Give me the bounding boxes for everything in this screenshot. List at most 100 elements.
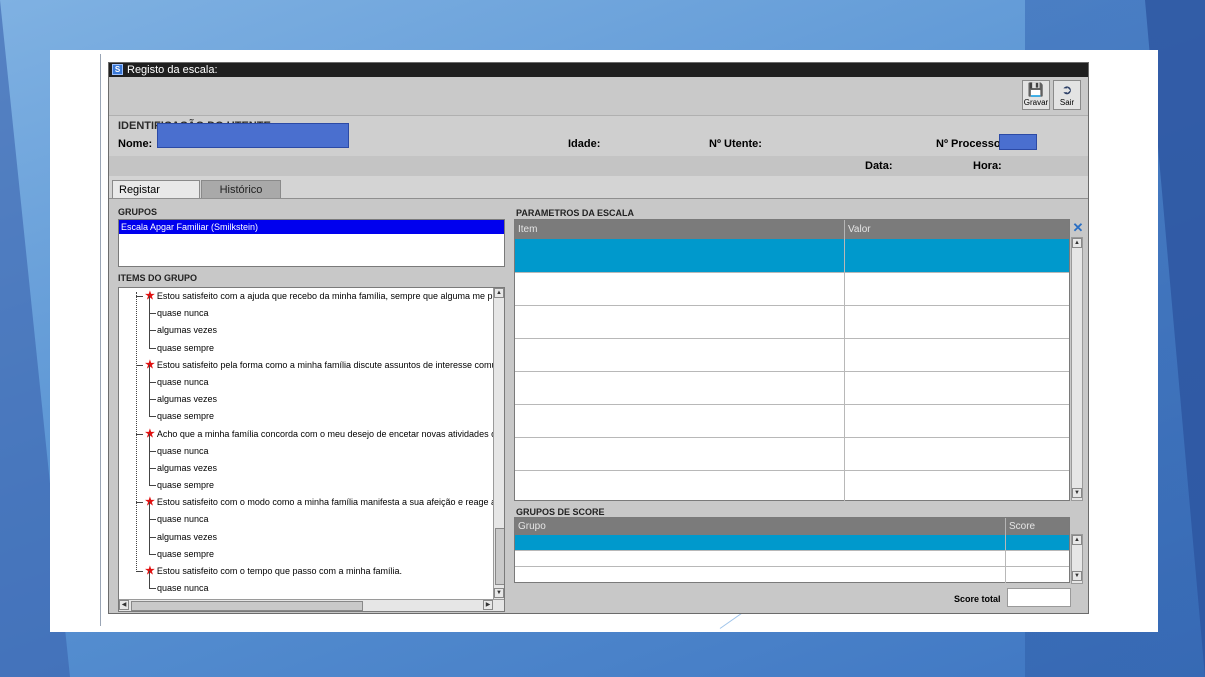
column-separator [1005, 518, 1006, 535]
question-text: Estou satisfeito com a ajuda que recebo … [156, 291, 505, 301]
horizontal-scroll-thumb[interactable] [131, 601, 363, 611]
score-groups-header: GRUPOS DE SCORE [516, 507, 605, 517]
scroll-up-button[interactable]: ▲ [1072, 238, 1082, 248]
close-x-icon[interactable]: ✕ [1072, 221, 1084, 234]
scroll-left-button[interactable]: ◀ [119, 600, 129, 610]
column-item[interactable]: Item [518, 224, 537, 235]
tree-answer-item[interactable]: quase nunca [119, 296, 504, 322]
answer-text: quase nunca [157, 583, 209, 594]
save-button[interactable]: 💾 Gravar [1022, 80, 1050, 110]
tree-line [149, 313, 151, 331]
redacted-name-field [157, 123, 349, 148]
answer-text: algumas vezes [157, 462, 218, 473]
tree-line [149, 330, 151, 348]
tab-bar: Registar Escala Histórico [109, 176, 1088, 214]
name-label: Nome: [118, 138, 153, 150]
tree-line [149, 382, 151, 400]
tree-question-item[interactable]: ★ Estou satisfeito com a ajuda que recebo… [119, 288, 504, 305]
date-label: Data: [865, 160, 893, 172]
tab-historico[interactable]: Histórico [201, 180, 281, 198]
scroll-down-button[interactable]: ▼ [1072, 571, 1082, 581]
tree-horizontal-scrollbar[interactable]: ◀ ▶ [119, 599, 504, 611]
scroll-down-button[interactable]: ▼ [494, 588, 504, 598]
answer-text: quase sempre [157, 548, 215, 559]
tree-answer-item[interactable]: algumas vezes [119, 382, 504, 408]
slide-divider [100, 54, 101, 626]
groups-list[interactable]: Escala Apgar Familiar (Smilkstein) [118, 219, 505, 267]
score-vertical-scrollbar[interactable]: ▲ ▼ [1071, 534, 1083, 584]
title-bar[interactable]: S Registo da escala: [109, 63, 1088, 77]
tree-connector [136, 296, 143, 297]
tree-connector [136, 502, 143, 504]
scale-params-grid[interactable]: Item Valor [514, 219, 1070, 501]
tree-answer-item[interactable]: quase sempre [119, 468, 504, 494]
exit-button[interactable]: ➲ Sair [1053, 80, 1081, 110]
tree-connector [136, 571, 143, 572]
tree-answer-item[interactable]: quase nunca [119, 571, 504, 597]
redacted-process-field [999, 134, 1037, 150]
score-groups-grid[interactable]: Grupo Score [514, 517, 1070, 583]
window-title: Registo da escala: [127, 64, 218, 76]
floppy-disk-icon: 💾 [1027, 82, 1045, 97]
tree-question-item[interactable]: ★ Acho que a minha família concorda com o… [119, 426, 504, 443]
scale-params-grid-header: Item Valor [515, 220, 1069, 239]
tree-vertical-scrollbar[interactable]: ▲ ▼ [493, 288, 504, 599]
answer-text: quase sempre [157, 480, 215, 491]
tree-question-item[interactable]: ★ Estou satisfeito com o tempo que passo … [119, 563, 504, 580]
tree-answer-item[interactable]: quase nunca [119, 502, 504, 528]
tree-connector [149, 347, 156, 349]
grid-row-line [515, 272, 1069, 273]
grid-column-line [1005, 535, 1006, 583]
tree-answer-item[interactable]: quase sempre [119, 399, 504, 425]
tree-connector [149, 553, 156, 555]
tree-connector [149, 416, 156, 418]
tree-question-item[interactable]: ★ Estou satisfeito com o modo como a minh… [119, 494, 504, 511]
scroll-thumb[interactable] [495, 528, 504, 585]
tab-registar-escala[interactable]: Registar Escala [112, 180, 200, 214]
tree-answer-item[interactable]: algumas vezes [119, 450, 504, 477]
params-vertical-scrollbar[interactable]: ▲ ▼ [1071, 237, 1083, 501]
scroll-right-button[interactable]: ▶ [483, 600, 493, 610]
answer-text: quase nunca [157, 308, 209, 319]
group-items-tree[interactable]: ★ Estou satisfeito com a ajuda que recebo… [118, 287, 505, 612]
app-icon: S [112, 64, 123, 75]
patient-identification: IDENTIFICAÇÃO DO UTENTE Nome: Idade: Nº … [109, 116, 1088, 156]
tree-line [149, 296, 151, 314]
tree-line [149, 433, 151, 451]
selected-score-row[interactable] [515, 535, 1069, 550]
grid-row-line [515, 470, 1069, 471]
tree-answer-item[interactable]: quase sempre [119, 536, 504, 563]
selected-row[interactable] [515, 239, 1069, 272]
tree-answer-item[interactable]: algumas vezes [119, 519, 504, 546]
tree-answer-item[interactable]: quase nunca [119, 433, 504, 460]
tree-answer-item[interactable]: quase nunca [119, 364, 504, 391]
column-group[interactable]: Grupo [518, 521, 546, 532]
tree-question-item[interactable]: ★ Estou satisfeito pela forma como a minh… [119, 357, 504, 374]
tree-answer-item[interactable]: quase sempre [119, 330, 504, 357]
tree-answer-item[interactable]: algumas vezes [119, 313, 504, 339]
answer-text: algumas vezes [157, 325, 218, 336]
score-total-field[interactable] [1007, 588, 1071, 607]
grid-row-line [515, 566, 1069, 567]
tree-line [149, 536, 151, 554]
groups-header: GRUPOS [118, 207, 158, 217]
question-text: Estou satisfeito com o tempo que passo c… [156, 566, 402, 576]
grid-row-line [515, 371, 1069, 372]
column-value[interactable]: Valor [848, 224, 871, 235]
scroll-up-button[interactable]: ▲ [1072, 535, 1082, 545]
scroll-up-button[interactable]: ▲ [494, 288, 504, 298]
answer-text: quase sempre [157, 342, 215, 353]
tree-line [149, 399, 151, 417]
score-groups-grid-header: Grupo Score [515, 518, 1069, 535]
question-text: Estou satisfeito pela forma como a minha… [156, 359, 505, 370]
scroll-down-button[interactable]: ▼ [1072, 488, 1082, 498]
tree-line [149, 502, 151, 520]
age-label: Idade: [568, 138, 601, 150]
time-label: Hora: [973, 160, 1002, 172]
patient-number-label: Nº Utente: [709, 138, 762, 150]
save-label: Gravar [1023, 98, 1049, 107]
column-score[interactable]: Score [1009, 521, 1035, 532]
groups-list-item[interactable]: Escala Apgar Familiar (Smilkstein) [119, 220, 504, 234]
tree-connector [149, 588, 156, 590]
scale-params-header: PARAMETROS DA ESCALA [516, 208, 635, 218]
